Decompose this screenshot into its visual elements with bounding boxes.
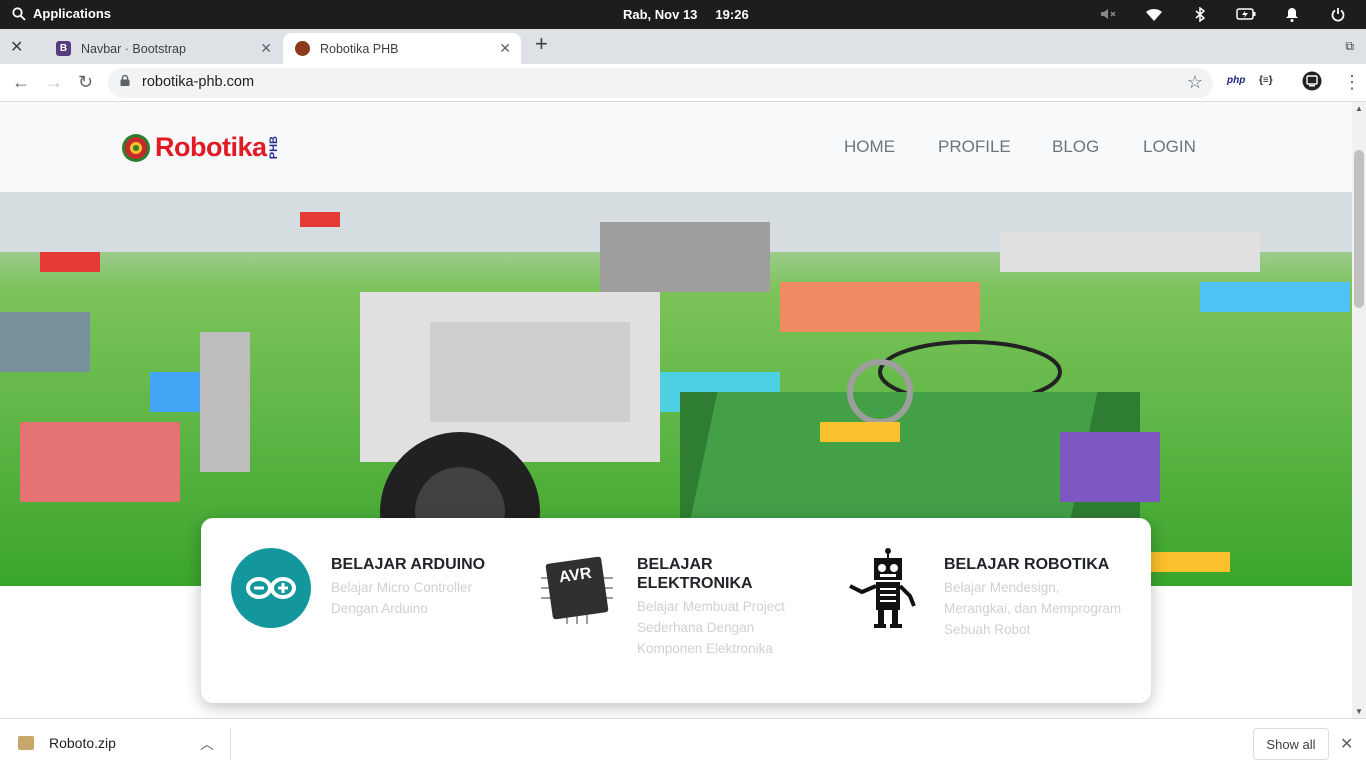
back-arrow-icon[interactable]: ← (12, 72, 30, 93)
profile-avatar-icon[interactable] (1302, 71, 1322, 96)
time-label: 19:26 (715, 7, 749, 22)
more-menu-icon[interactable]: ⋮ (1343, 72, 1361, 93)
notification-bell-icon[interactable] (1280, 6, 1304, 22)
features-card: BELAJAR ARDUINO Belajar Micro Controller… (201, 518, 1151, 703)
tab-title: Robotika PHB (320, 41, 399, 56)
system-top-bar: Applications Rab, Nov 13 19:26 (0, 0, 1366, 29)
forward-arrow-icon[interactable]: → (45, 72, 63, 93)
json-extension-icon[interactable]: {≡} (1259, 75, 1273, 86)
bluetooth-icon[interactable] (1188, 6, 1212, 22)
feature-elektronika[interactable]: AVR BELAJAR ELEKTRONIKA Belajar Membuat … (537, 548, 827, 678)
php-extension-icon[interactable]: php (1227, 75, 1245, 86)
system-tray[interactable] (1096, 6, 1350, 22)
applications-menu[interactable]: Applications (12, 6, 111, 21)
nav-login-link[interactable]: LOGIN (1143, 137, 1196, 157)
divider (230, 728, 231, 760)
power-icon[interactable] (1326, 6, 1350, 22)
feature-description: Belajar Mendesign, Merangkai, dan Mempro… (944, 580, 1122, 637)
tab-search-icon[interactable]: ⧉ (1345, 39, 1354, 54)
scroll-down-icon[interactable]: ▼ (1355, 707, 1363, 716)
url-text: robotika-phb.com (142, 74, 255, 90)
browser-toolbar: ← → ↻ robotika-phb.com ☆ php {≡} ⋮ (0, 64, 1366, 102)
download-item[interactable]: Roboto.zip (18, 735, 116, 751)
robotika-emblem-icon (122, 133, 150, 162)
clock[interactable]: Rab, Nov 13 19:26 (623, 7, 767, 22)
tab-navbar-bootstrap[interactable]: B Navbar · Bootstrap ✕ (44, 33, 282, 64)
robot-icon (849, 548, 916, 628)
close-tab-icon[interactable]: ✕ (499, 40, 511, 57)
show-all-button[interactable]: Show all (1253, 728, 1329, 760)
zip-file-icon (18, 736, 34, 750)
arduino-logo-icon (231, 548, 311, 628)
close-download-bar-icon[interactable]: ✕ (1340, 734, 1353, 754)
new-tab-plus-icon[interactable]: + (535, 31, 548, 57)
volume-muted-icon[interactable] (1096, 6, 1120, 22)
tab-robotika-phb[interactable]: Robotika PHB ✕ (283, 33, 521, 64)
nav-blog-link[interactable]: BLOG (1052, 137, 1099, 157)
date-label: Rab, Nov 13 (623, 7, 698, 22)
logo-subtext: PHB (267, 135, 280, 160)
tab-strip: ✕ B Navbar · Bootstrap ✕ Robotika PHB ✕ … (0, 29, 1366, 64)
nav-profile-link[interactable]: PROFILE (938, 137, 1011, 157)
address-bar[interactable]: robotika-phb.com ☆ (108, 68, 1213, 98)
feature-title: BELAJAR ARDUINO (331, 556, 486, 573)
page-scrollbar[interactable]: ▲ ▼ (1352, 102, 1366, 718)
download-bar: Roboto.zip ︿ Show all ✕ (0, 718, 1366, 768)
site-navbar: Robotika PHB HOME PROFILE BLOG LOGIN (0, 102, 1352, 192)
battery-icon[interactable] (1234, 6, 1258, 22)
feature-description: Belajar Micro Controller Dengan Arduino (331, 580, 473, 616)
robotika-favicon-icon (295, 41, 310, 56)
feature-arduino[interactable]: BELAJAR ARDUINO Belajar Micro Controller… (231, 548, 521, 668)
feature-title: BELAJAR ELEKTRONIKA (637, 556, 753, 592)
reload-icon[interactable]: ↻ (78, 72, 93, 93)
feature-title: BELAJAR ROBOTIKA (944, 556, 1110, 573)
chevron-up-icon[interactable]: ︿ (200, 734, 214, 754)
feature-description: Belajar Membuat Project Sederhana Dengan… (637, 599, 785, 656)
close-tab-icon[interactable]: ✕ (260, 40, 272, 57)
bookmark-star-icon[interactable]: ☆ (1187, 72, 1203, 93)
feature-robotika[interactable]: BELAJAR ROBOTIKA Belajar Mendesign, Mera… (844, 548, 1134, 678)
logo-text: Robotika (155, 132, 267, 162)
tab-title: Navbar · Bootstrap (81, 41, 186, 56)
scrollbar-thumb[interactable] (1354, 150, 1364, 308)
applications-label: Applications (33, 6, 112, 21)
web-page: Robotika PHB HOME PROFILE BLOG LOGIN BEL… (0, 102, 1352, 718)
lock-icon (120, 75, 130, 86)
avr-chip-icon: AVR (541, 556, 613, 624)
site-logo[interactable]: Robotika PHB (121, 132, 280, 163)
download-filename: Roboto.zip (49, 735, 116, 751)
nav-home-link[interactable]: HOME (844, 137, 895, 157)
search-icon (12, 6, 26, 21)
bootstrap-favicon-icon: B (56, 41, 71, 56)
scroll-up-icon[interactable]: ▲ (1355, 104, 1363, 113)
wifi-icon[interactable] (1142, 6, 1166, 22)
close-window-icon[interactable]: ✕ (10, 37, 23, 57)
